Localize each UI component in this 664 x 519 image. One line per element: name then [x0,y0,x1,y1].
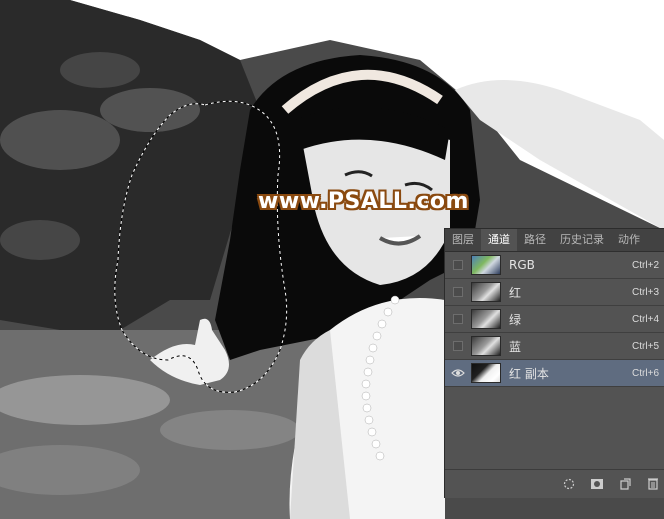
visibility-off-icon [453,260,463,270]
channel-row-red-copy[interactable]: 红 副本 Ctrl+6 [445,360,664,387]
tab-paths[interactable]: 路径 [517,229,553,251]
tab-layers[interactable]: 图层 [445,229,481,251]
channel-shortcut: Ctrl+4 [632,313,659,325]
channel-name: 红 [509,285,522,300]
tab-history[interactable]: 历史记录 [553,229,611,251]
channel-thumbnail [471,336,501,356]
channel-name: 蓝 [509,339,522,354]
channel-thumbnail [471,309,501,329]
channel-name: 红 副本 [509,366,549,381]
save-selection-icon[interactable] [590,477,604,491]
channel-row-green[interactable]: 绿 Ctrl+4 [445,306,664,333]
watermark: www.PSALL.com [258,189,469,214]
channel-name: RGB [509,258,535,272]
channel-thumbnail [471,282,501,302]
panel-footer [445,469,664,497]
channel-shortcut: Ctrl+5 [632,340,659,352]
channel-name: 绿 [509,312,522,327]
channel-thumbnail [471,255,501,275]
visibility-toggle[interactable] [450,365,466,381]
panel-tabs: 图层 通道 路径 历史记录 动作 [445,229,664,252]
visibility-toggle[interactable] [450,338,466,354]
channel-shortcut: Ctrl+6 [632,367,659,379]
channel-row-blue[interactable]: 蓝 Ctrl+5 [445,333,664,360]
channel-row-red[interactable]: 红 Ctrl+3 [445,279,664,306]
new-channel-icon[interactable] [618,477,632,491]
channel-row-rgb[interactable]: RGB Ctrl+2 [445,252,664,279]
channel-thumbnail [471,363,501,383]
channels-panel: 图层 通道 路径 历史记录 动作 RGB Ctrl+2 红 Ctrl+3 绿 C… [444,228,664,498]
tab-actions[interactable]: 动作 [611,229,647,251]
visibility-off-icon [453,341,463,351]
tab-channels[interactable]: 通道 [481,229,517,251]
eye-icon [451,369,465,377]
channel-list: RGB Ctrl+2 红 Ctrl+3 绿 Ctrl+4 蓝 Ctrl+5 红 … [445,252,664,387]
visibility-toggle[interactable] [450,284,466,300]
visibility-off-icon [453,287,463,297]
visibility-toggle[interactable] [450,257,466,273]
trash-icon[interactable] [646,477,660,491]
visibility-off-icon [453,314,463,324]
visibility-toggle[interactable] [450,311,466,327]
load-selection-icon[interactable] [562,477,576,491]
channel-shortcut: Ctrl+2 [632,259,659,271]
channel-shortcut: Ctrl+3 [632,286,659,298]
